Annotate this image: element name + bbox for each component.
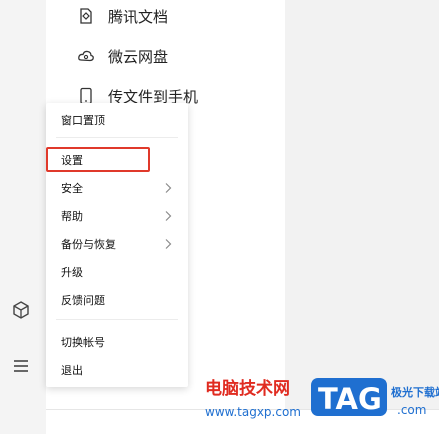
app-item-tencent-docs[interactable]: 腾讯文档 (76, 4, 168, 28)
menu-item-label: 备份与恢复 (61, 238, 116, 251)
chevron-right-icon (165, 239, 172, 249)
app-item-label: 微云网盘 (108, 47, 169, 66)
app-item-weiyun[interactable]: 微云网盘 (76, 44, 168, 68)
menu-item-label: 反馈问题 (61, 294, 105, 307)
watermark-cn-text: 电脑技术网 (205, 378, 290, 399)
menu-item-feedback[interactable]: 反馈问题 (46, 289, 188, 311)
menu-item-security[interactable]: 安全 (46, 177, 188, 199)
menu-item-label: 窗口置顶 (61, 114, 105, 127)
menu-item-exit[interactable]: 退出 (46, 359, 188, 381)
menu-item-switch-account[interactable]: 切换帐号 (46, 331, 188, 353)
menu-item-label: 升级 (61, 266, 83, 279)
chevron-right-icon (165, 183, 172, 193)
watermark-com: .com (397, 403, 426, 417)
menu-item-label: 安全 (61, 182, 83, 195)
cube-app-icon[interactable] (10, 299, 32, 321)
menu-item-label: 帮助 (61, 210, 83, 223)
weiyun-cloud-icon (76, 46, 96, 66)
main-menu: 窗口置顶 设置 安全 帮助 备份与恢复 升级 反馈问题 切换帐号 退出 (46, 103, 188, 387)
menu-item-backup-restore[interactable]: 备份与恢复 (46, 233, 188, 255)
menu-item-upgrade[interactable]: 升级 (46, 261, 188, 283)
chevron-right-icon (165, 211, 172, 221)
menu-separator (56, 137, 178, 138)
tencent-docs-icon (76, 6, 96, 26)
hamburger-menu-icon[interactable] (10, 355, 32, 377)
watermark-url: www.tagxp.com (205, 405, 301, 419)
settings-highlight-box (46, 147, 150, 172)
watermark-side-text: 极光下载站 (391, 385, 439, 399)
watermark-logo: 电脑技术网 www.tagxp.com TAG 极光下载站 .com (205, 378, 439, 419)
menu-item-label: 切换帐号 (61, 336, 105, 349)
menu-item-pin-window[interactable]: 窗口置顶 (46, 109, 188, 131)
app-item-label: 腾讯文档 (108, 7, 169, 26)
menu-separator (56, 319, 178, 320)
menu-item-label: 退出 (61, 364, 83, 377)
right-pane (285, 0, 439, 410)
watermark-tag: TAG (318, 382, 382, 416)
menu-item-help[interactable]: 帮助 (46, 205, 188, 227)
